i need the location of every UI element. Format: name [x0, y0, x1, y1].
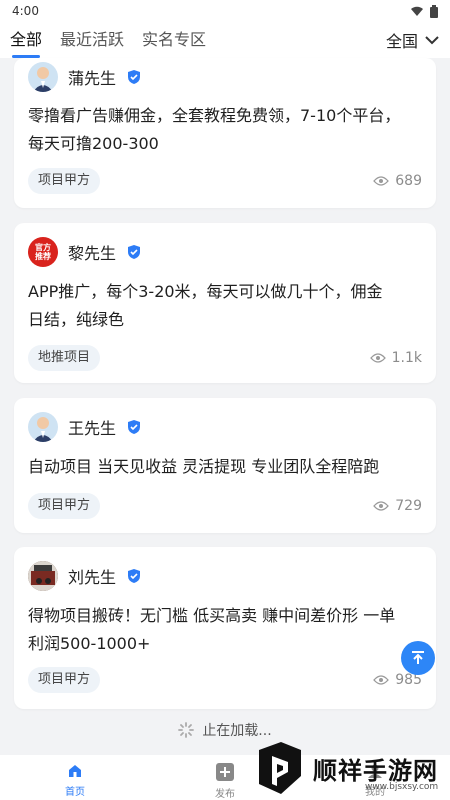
author-name[interactable]: 王先生: [68, 415, 116, 439]
post-card[interactable]: 蒲先生 零撸看广告赚佣金，全套教程免费领，7-10个平台， 每天可撸200-30…: [14, 58, 436, 208]
post-content: 零撸看广告赚佣金，全套教程免费领，7-10个平台， 每天可撸200-300: [28, 106, 401, 153]
eye-icon: [373, 176, 390, 186]
verified-shield-icon: [128, 245, 141, 259]
eye-icon: [373, 501, 390, 511]
badge-text: 推荐: [35, 252, 51, 261]
post-tag[interactable]: 地推项目: [28, 345, 101, 371]
watermark-url: www.bjsxsy.com: [365, 782, 439, 792]
watermark-text: 顺祥手游网: [313, 756, 438, 785]
post-content: APP推广，每个3-20米，每天可以做几十个，佣金 日结，纯绿色: [28, 282, 383, 329]
verified-shield-icon: [128, 420, 141, 434]
tab-verified-zone[interactable]: 实名专区: [142, 26, 206, 54]
arrow-up-icon: [412, 651, 424, 664]
status-bar: 4:00: [0, 0, 450, 22]
status-time: 4:00: [12, 4, 39, 18]
filter-tabs: 全部 最近活跃 实名专区 全国: [0, 22, 450, 58]
post-tag[interactable]: 项目甲方: [28, 493, 101, 519]
person-icon: [33, 67, 53, 92]
spinner-icon: [178, 722, 195, 738]
view-count: 1.1k: [369, 350, 422, 366]
photo-avatar-icon: [28, 561, 58, 591]
post-content: 自动项目 当天见收益 灵活提现 专业团队全程陪跑: [28, 457, 380, 476]
home-icon: [69, 765, 81, 777]
official-badge-avatar[interactable]: 官方 推荐: [28, 237, 58, 267]
view-count: 729: [373, 498, 422, 514]
loading-text: 止在加载...: [202, 723, 272, 739]
avatar[interactable]: [28, 62, 58, 92]
post-card[interactable]: 官方 推荐 黎先生 APP推广，每个3-20米，每天可以做几十个，佣金 日结，纯…: [14, 223, 436, 383]
badge-text: 官方: [35, 243, 51, 252]
person-icon: [33, 417, 53, 442]
view-count: 689: [373, 173, 422, 189]
tab-all[interactable]: 全部: [10, 26, 42, 58]
eye-icon: [369, 353, 386, 363]
post-card[interactable]: 刘先生 得物项目搬砖！无门槛 低买高卖 赚中间差价形 一单 利润500-1000…: [14, 547, 436, 709]
region-selector[interactable]: 全国: [386, 28, 440, 52]
watermark-logo-icon: [259, 742, 301, 794]
region-label: 全国: [385, 32, 418, 51]
wifi-icon: [411, 6, 423, 16]
verified-shield-icon: [128, 70, 141, 84]
post-card[interactable]: 王先生 自动项目 当天见收益 灵活提现 专业团队全程陪跑 项目甲方 729: [14, 398, 436, 533]
site-watermark: 顺祥手游网 www.bjsxsy.com: [255, 738, 450, 798]
tab-recent-active[interactable]: 最近活跃: [60, 26, 124, 54]
author-name[interactable]: 刘先生: [68, 564, 116, 588]
back-to-top-button[interactable]: [401, 641, 435, 675]
verified-shield-icon: [128, 569, 141, 583]
photo-avatar[interactable]: [28, 561, 58, 591]
post-content: 得物项目搬砖！无门槛 低买高卖 赚中间差价形 一单 利润500-1000+: [28, 606, 396, 653]
nav-home[interactable]: 首页: [0, 763, 150, 798]
battery-icon: [430, 4, 438, 18]
author-name[interactable]: 黎先生: [68, 240, 116, 264]
post-tag[interactable]: 项目甲方: [28, 667, 101, 693]
author-name[interactable]: 蒲先生: [68, 65, 116, 89]
chevron-down-icon: [425, 36, 439, 45]
eye-icon: [373, 675, 390, 685]
post-tag[interactable]: 项目甲方: [28, 168, 101, 194]
avatar[interactable]: [28, 412, 58, 442]
plus-icon: [216, 763, 234, 781]
